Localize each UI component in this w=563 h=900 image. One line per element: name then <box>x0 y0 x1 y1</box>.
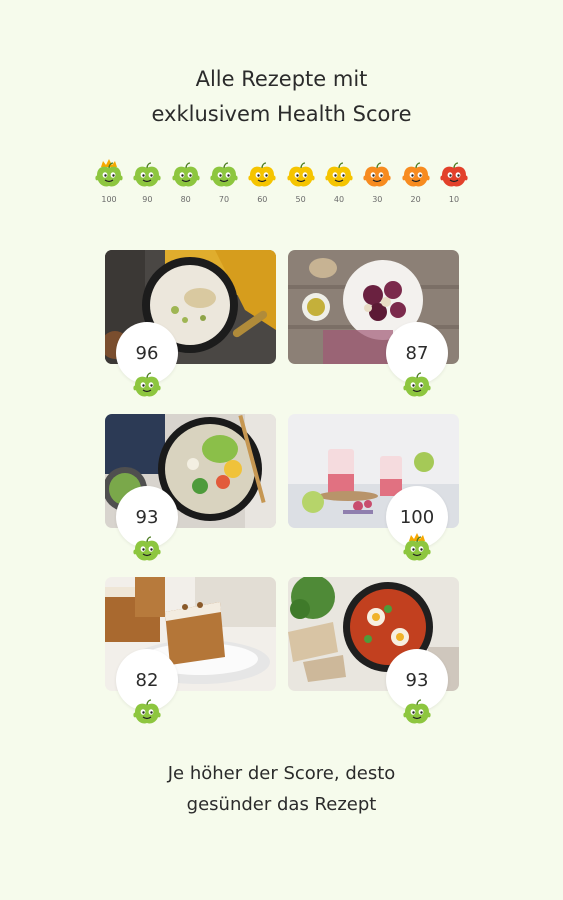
scale-item: 30 <box>358 158 396 204</box>
orange-apple-icon <box>363 162 391 187</box>
recipe-card[interactable]: 96 <box>105 250 276 397</box>
title-line-2: exklusivem Health Score <box>151 102 412 126</box>
recipe-grid: 96 87 93 100 82 93 <box>105 250 460 730</box>
green-apple-icon <box>172 162 200 187</box>
recipe-card[interactable]: 93 <box>288 577 459 724</box>
yellow-apple-icon <box>248 162 276 187</box>
green-apple-icon <box>402 368 432 400</box>
green-apple-icon <box>210 162 238 187</box>
scale-item: 20 <box>397 158 435 204</box>
scale-label: 30 <box>372 195 383 204</box>
green-apple-icon <box>402 695 432 727</box>
crowned-apple-icon <box>95 159 123 187</box>
green-apple-icon <box>133 162 161 187</box>
green-apple-icon <box>132 368 162 400</box>
green-apple-icon <box>132 695 162 727</box>
footer-line-2: gesünder das Rezept <box>186 794 377 815</box>
scale-label: 70 <box>218 195 230 204</box>
scale-item: 70 <box>205 158 243 204</box>
scale-label: 40 <box>333 195 345 204</box>
scale-item: 60 <box>243 158 281 204</box>
page-title: Alle Rezepte mit exklusivem Health Score <box>0 62 563 132</box>
scale-item: 90 <box>128 158 166 204</box>
scale-item: 10 <box>435 158 473 204</box>
scale-label: 90 <box>142 195 153 204</box>
recipe-card[interactable]: 87 <box>288 250 459 397</box>
recipe-card[interactable]: 100 <box>288 414 459 561</box>
footer-line-1: Je höher der Score, desto <box>167 763 396 784</box>
title-line-1: Alle Rezepte mit <box>195 67 368 91</box>
green-apple-icon <box>132 532 162 564</box>
scale-label: 60 <box>257 195 268 204</box>
health-score-scale: 100 90 80 70 60 50 40 30 20 10 <box>90 158 473 204</box>
recipe-card[interactable]: 82 <box>105 577 276 724</box>
orange-apple-icon <box>402 162 430 187</box>
scale-label: 80 <box>180 195 191 204</box>
yellow-apple-icon <box>325 162 353 187</box>
scale-label: 100 <box>101 195 117 204</box>
scale-item: 80 <box>167 158 205 204</box>
scale-item: 50 <box>282 158 320 204</box>
scale-item: 40 <box>320 158 358 204</box>
scale-label: 50 <box>295 195 306 204</box>
scale-label: 10 <box>448 195 460 204</box>
scale-item: 100 <box>90 158 128 204</box>
recipe-card[interactable]: 93 <box>105 414 276 561</box>
footer-caption: Je höher der Score, desto gesünder das R… <box>0 758 563 820</box>
scale-label: 20 <box>410 195 421 204</box>
yellow-apple-icon <box>287 162 315 187</box>
crowned-apple-icon <box>402 532 432 564</box>
red-apple-icon <box>440 162 468 187</box>
